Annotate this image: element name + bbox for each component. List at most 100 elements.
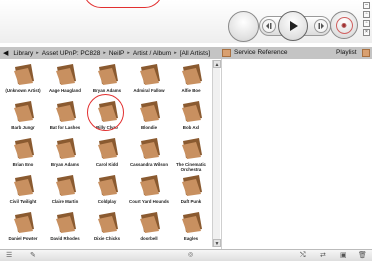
navigation-bar: ◀ Library ▸ Asset UPnP: PC828 ▸ NeilP ▸ Art… <box>0 47 372 59</box>
folder-icon <box>56 212 76 233</box>
folder-icon <box>14 101 34 122</box>
artist-label: Bob Axl <box>182 125 200 130</box>
artist-tile[interactable]: Dixie Chicks <box>86 211 128 245</box>
next-icon <box>318 23 324 29</box>
window-max-button[interactable]: ▫ <box>363 20 370 27</box>
playlist-icon[interactable] <box>362 49 370 57</box>
folder-icon <box>56 101 76 122</box>
folder-icon <box>182 175 202 196</box>
artist-tile[interactable]: Carol Kidd <box>86 137 128 171</box>
artist-tile[interactable]: Civil Twilight <box>2 174 44 208</box>
artist-tile[interactable]: Aage Haugland <box>44 63 86 97</box>
artist-tile[interactable]: (Unknown Artist) <box>2 63 44 97</box>
folder-icon <box>14 138 34 159</box>
artist-tile[interactable]: Court Yard Hounds <box>128 174 170 208</box>
artist-label: Barb Jungr <box>11 125 35 130</box>
folder-icon <box>182 64 202 85</box>
shuffle-icon[interactable]: ⤭ <box>300 251 306 260</box>
artist-tile[interactable]: Barb Jungr <box>2 100 44 134</box>
folder-icon <box>98 175 118 196</box>
artist-tile[interactable]: Bryan Adams <box>44 137 86 171</box>
artist-label: David Rhodes <box>50 236 80 241</box>
folder-icon <box>140 212 160 233</box>
artist-label: Admiral Fallow <box>133 88 165 93</box>
artist-label: The Cinematic Orchestra <box>175 162 206 173</box>
folder-icon <box>182 138 202 159</box>
artist-label: Brian Eno <box>12 162 34 167</box>
folder-icon <box>182 212 202 233</box>
artist-label: Dixie Chicks <box>93 236 121 241</box>
artist-tile[interactable]: Bob Axl <box>170 100 212 134</box>
folder-icon <box>140 64 160 85</box>
save-icon[interactable]: ▣ <box>340 251 347 260</box>
folder-icon <box>98 212 118 233</box>
artist-tile[interactable]: David Rhodes <box>44 211 86 245</box>
artist-label: Blondie <box>140 125 158 130</box>
folder-icon <box>140 175 160 196</box>
scroll-down-icon[interactable]: ▼ <box>213 239 221 247</box>
artist-label: Daniel Powter <box>8 236 38 241</box>
artist-tile[interactable]: Admiral Fallow <box>128 63 170 97</box>
artist-label: doorbell <box>140 236 158 241</box>
artist-tile[interactable]: Bat for Lashes <box>44 100 86 134</box>
artist-label: Civil Twilight <box>9 199 37 204</box>
center-icon[interactable]: ◎ <box>188 251 193 260</box>
artist-tile[interactable]: Daniel Powter <box>2 211 44 245</box>
breadcrumb-artist-album[interactable]: Artist / Album <box>133 50 171 57</box>
previous-button[interactable] <box>262 19 276 33</box>
artist-label: Bryan Adams <box>92 88 122 93</box>
breadcrumb-user[interactable]: NeilP <box>109 50 125 57</box>
folder-icon <box>140 138 160 159</box>
scroll-up-icon[interactable]: ▲ <box>213 60 221 68</box>
scrollbar[interactable]: ▲ ▼ <box>212 60 221 247</box>
trash-icon[interactable]: 🗑 <box>358 251 367 260</box>
record-button[interactable]: ◉ <box>330 11 358 39</box>
play-button[interactable] <box>278 11 308 41</box>
window-minimize-button[interactable]: – <box>363 2 370 9</box>
play-icon <box>290 21 298 31</box>
artist-tile[interactable]: Brian Eno <box>2 137 44 171</box>
breadcrumb: ◀ Library ▸ Asset UPnP: PC828 ▸ NeilP ▸ Art… <box>3 49 211 58</box>
artist-tile[interactable]: Daft Punk <box>170 174 212 208</box>
window-restore-button[interactable]: ▫ <box>363 11 370 18</box>
next-button[interactable] <box>314 19 328 33</box>
artist-tile[interactable]: Eagles <box>170 211 212 245</box>
bottom-toolbar: ☰ ✎ ◎ ⤭ ⇄ ▣ 🗑 <box>0 249 372 261</box>
artist-tile[interactable]: Alfie Boe <box>170 63 212 97</box>
artist-tile[interactable]: Bryan Adams <box>86 63 128 97</box>
record-icon: ◉ <box>335 16 353 34</box>
artist-label: Carol Kidd <box>95 162 119 167</box>
artist-tile[interactable]: Coldplay <box>86 174 128 208</box>
breadcrumb-library[interactable]: Library <box>13 50 33 57</box>
folder-icon <box>182 101 202 122</box>
artist-label: Claire Martin <box>51 199 79 204</box>
artist-tile[interactable]: The Cinematic Orchestra <box>170 137 212 173</box>
folder-icon <box>56 64 76 85</box>
folder-icon <box>14 175 34 196</box>
folder-icon <box>98 138 118 159</box>
prev-icon <box>266 23 272 29</box>
transport-bar: ◉ – ▫ ▫ × <box>0 0 372 43</box>
artist-tile[interactable]: Claire Martin <box>44 174 86 208</box>
artist-tile[interactable]: Blondie <box>128 100 170 134</box>
breadcrumb-all-artists[interactable]: [All Artists] <box>180 50 210 57</box>
artist-label: Court Yard Hounds <box>129 199 169 204</box>
artist-label: Bat for Lashes <box>49 125 81 130</box>
back-arrow-icon[interactable]: ◀ <box>3 49 8 57</box>
artist-label: Bryan Adams <box>50 162 80 167</box>
artist-tile[interactable]: doorbell <box>128 211 170 245</box>
list-icon[interactable]: ☰ <box>6 251 12 260</box>
window-close-button[interactable]: × <box>363 29 370 36</box>
repeat-icon[interactable]: ⇄ <box>320 251 326 260</box>
panel-divider <box>221 59 222 249</box>
artist-label: Eagles <box>183 236 199 241</box>
artist-grid: (Unknown Artist) Aage Haugland Bryan Adams… <box>0 60 210 248</box>
volume-knob-button[interactable] <box>228 11 259 42</box>
breadcrumb-asset[interactable]: Asset UPnP: PC828 <box>42 50 101 57</box>
artist-label: Aage Haugland <box>49 88 81 93</box>
folder-icon <box>98 64 118 85</box>
artist-tile[interactable]: Cassandra Wilson <box>128 137 170 171</box>
folder-icon <box>140 101 160 122</box>
artist-label: Daft Punk <box>180 199 202 204</box>
tool-icon[interactable]: ✎ <box>30 251 36 260</box>
